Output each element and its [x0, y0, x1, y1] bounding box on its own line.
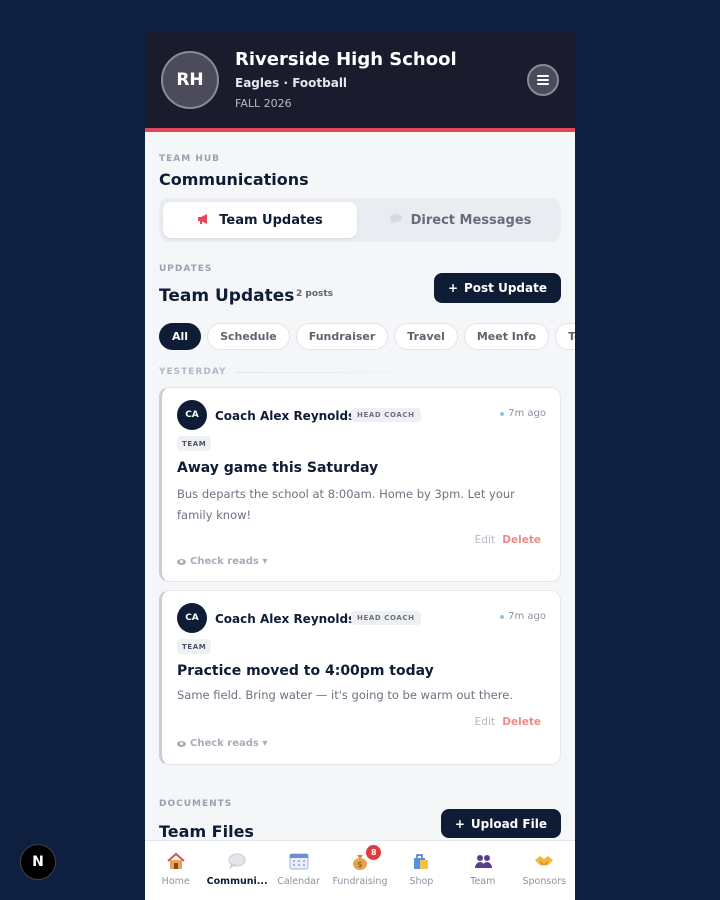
check-reads-label: Check reads ▾: [190, 738, 268, 749]
post-update-label: Post Update: [464, 281, 547, 295]
tab-label: Shop: [409, 876, 434, 887]
post-tag: TEAM: [177, 639, 212, 654]
tab-label: Home: [161, 876, 190, 887]
tab-label: Team: [470, 876, 496, 887]
menu-button[interactable]: [527, 64, 559, 96]
time-label: 7m ago: [508, 611, 546, 622]
tab-label: Fundraising: [332, 876, 388, 887]
edit-link[interactable]: Edit: [475, 716, 495, 728]
tab-communications[interactable]: Communi...: [206, 841, 268, 900]
school-name: Riverside High School: [235, 49, 457, 70]
team-subtitle: Eagles · Football: [235, 76, 348, 90]
post-time: 7m ago: [500, 408, 546, 419]
post-title: Away game this Saturday: [177, 460, 379, 476]
eye-icon: [177, 740, 186, 747]
calendar-icon: [289, 852, 309, 870]
hub-eyebrow: TEAM HUB: [159, 154, 221, 164]
role-badge: HEAD COACH: [351, 611, 421, 625]
plus-icon: +: [447, 281, 458, 295]
author-name: Coach Alex Reynolds: [215, 612, 356, 626]
tab-calendar[interactable]: Calendar: [268, 841, 329, 900]
tab-label: Direct Messages: [410, 212, 532, 228]
tab-shop[interactable]: Shop: [391, 841, 452, 900]
check-reads-toggle[interactable]: Check reads ▾: [177, 738, 267, 749]
day-divider: YESTERDAY: [159, 366, 561, 378]
post-tag: TEAM: [177, 436, 212, 451]
post-title: Practice moved to 4:00pm today: [177, 663, 434, 679]
plus-icon: +: [454, 816, 465, 831]
tab-label: Sponsors: [522, 876, 566, 887]
delete-link[interactable]: Delete: [502, 716, 541, 728]
tab-direct-messages[interactable]: Direct Messages: [363, 202, 557, 238]
svg-text:$: $: [357, 860, 362, 869]
filter-chip-travel[interactable]: Travel: [394, 323, 458, 350]
hamburger-icon: [537, 75, 549, 85]
tab-home[interactable]: Home: [145, 841, 206, 900]
filter-chip-fundraiser[interactable]: Fundraiser: [295, 323, 389, 350]
post-body: Same field. Bring water — it's going to …: [177, 688, 513, 702]
tab-sponsors[interactable]: Sponsors: [514, 841, 575, 900]
filter-chip-meet-info[interactable]: Meet Info: [463, 323, 550, 350]
post-card: CA Coach Alex Reynolds HEAD COACH 7m ago…: [159, 387, 561, 582]
house-icon: [166, 852, 186, 870]
post-card: CA Coach Alex Reynolds HEAD COACH 7m ago…: [159, 590, 561, 765]
delete-link[interactable]: Delete: [502, 534, 541, 546]
upload-file-label: Upload File: [470, 816, 547, 831]
author-avatar: CA: [177, 400, 207, 430]
edit-link[interactable]: Edit: [475, 534, 495, 546]
tab-team-updates[interactable]: Team Updates: [163, 202, 357, 238]
time-label: 7m ago: [508, 408, 546, 419]
tab-label: Communi...: [206, 876, 268, 887]
school-avatar: RH: [161, 51, 219, 109]
tab-label: Team Updates: [219, 212, 323, 228]
post-update-button[interactable]: + Post Update: [433, 273, 561, 303]
posts-count: 2 posts: [296, 289, 334, 299]
check-reads-label: Check reads ▾: [190, 556, 268, 567]
role-badge: HEAD COACH: [351, 408, 421, 422]
people-icon: [473, 852, 493, 870]
season-label: FALL 2026: [235, 97, 292, 110]
updates-title: Team Updates: [159, 286, 295, 306]
day-label: YESTERDAY: [159, 367, 227, 377]
shopping-bag-icon: [411, 852, 431, 870]
tab-label: Calendar: [277, 876, 320, 887]
dev-indicator-button[interactable]: N: [20, 844, 56, 880]
unread-dot-icon: [500, 614, 505, 619]
documents-eyebrow: DOCUMENTS: [159, 799, 233, 809]
updates-eyebrow: UPDATES: [159, 264, 213, 274]
tab-team[interactable]: Team: [452, 841, 513, 900]
app-frame: RH Riverside High School Eagles · Footba…: [145, 32, 575, 900]
megaphone-icon: [197, 213, 211, 228]
tab-fundraising[interactable]: $ Fundraising 8: [329, 841, 390, 900]
filter-chip-all[interactable]: All: [159, 323, 202, 350]
documents-title: Team Files: [159, 822, 254, 840]
notification-badge: 8: [366, 845, 382, 860]
view-switcher: Team Updates Direct Messages: [159, 198, 561, 242]
filter-chip-team[interactable]: Team: [555, 323, 575, 350]
author-name: Coach Alex Reynolds: [215, 409, 356, 423]
unread-dot-icon: [500, 411, 505, 416]
author-avatar: CA: [177, 603, 207, 633]
main-content: TEAM HUB Communications Team Updates Dir…: [145, 136, 575, 840]
eye-icon: [177, 558, 186, 565]
filter-chips: All Schedule Fundraiser Travel Meet Info…: [159, 323, 575, 351]
speech-bubble-icon: [227, 852, 247, 870]
handshake-icon: [534, 852, 554, 870]
divider-line: [236, 371, 447, 373]
filter-chip-schedule[interactable]: Schedule: [207, 323, 290, 350]
page-title: Communications: [159, 170, 309, 189]
speech-bubble-icon: [389, 213, 403, 228]
app-header: RH Riverside High School Eagles · Footba…: [145, 32, 575, 132]
upload-file-button[interactable]: + Upload File: [440, 809, 561, 838]
bottom-tab-bar: Home Communi... Calendar $ Fundraising 8: [145, 840, 575, 900]
post-time: 7m ago: [500, 611, 546, 622]
check-reads-toggle[interactable]: Check reads ▾: [177, 556, 267, 567]
post-body: Bus departs the school at 8:00am. Home b…: [177, 487, 515, 522]
